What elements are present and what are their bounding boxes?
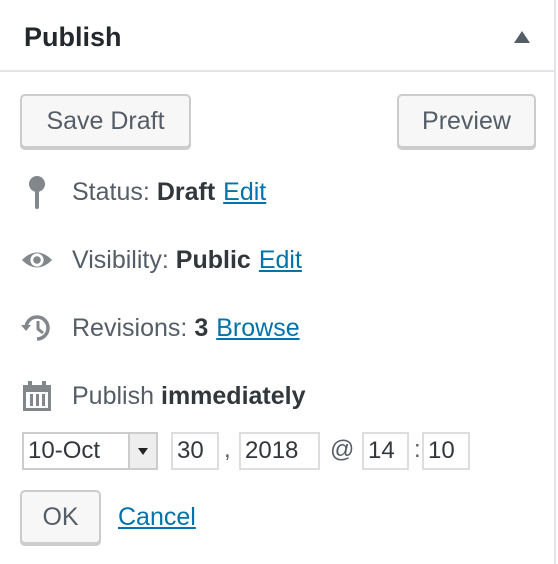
revisions-label: Revisions:: [72, 313, 188, 342]
triangle-up-icon[interactable]: [514, 31, 530, 43]
history-icon: [20, 311, 54, 345]
save-draft-button[interactable]: Save Draft: [20, 94, 191, 148]
schedule-row: Publish immediately: [20, 376, 306, 416]
visibility-row: Visibility: Public Edit: [20, 240, 302, 280]
cancel-link[interactable]: Cancel: [118, 503, 196, 532]
at-symbol: @: [330, 436, 355, 463]
hour-input[interactable]: 14: [362, 432, 409, 470]
panel-header[interactable]: Publish: [0, 0, 556, 72]
chevron-down-icon: [128, 434, 156, 468]
year-input[interactable]: 2018: [239, 432, 320, 470]
revisions-count: 3: [194, 313, 209, 342]
preview-button[interactable]: Preview: [397, 94, 536, 148]
month-select-value: 10-Oct: [28, 437, 101, 464]
time-colon: :: [414, 436, 421, 463]
ok-button[interactable]: OK: [20, 490, 101, 544]
minute-input[interactable]: 10: [422, 432, 470, 470]
schedule-value: immediately: [161, 381, 306, 410]
schedule-label: Publish: [72, 381, 154, 410]
pin-icon: [20, 175, 54, 209]
day-input[interactable]: 30: [171, 432, 219, 470]
status-value: Draft: [156, 177, 216, 206]
date-comma: ,: [224, 436, 231, 463]
status-row: Status: Draft Edit: [20, 172, 266, 212]
calendar-icon: [20, 379, 54, 413]
revisions-row: Revisions: 3 Browse: [20, 308, 300, 348]
visibility-value: Public: [175, 245, 251, 274]
revisions-browse-link[interactable]: Browse: [216, 314, 299, 343]
publish-panel: Publish Save Draft Preview Status: Draft…: [0, 0, 556, 564]
panel-title: Publish: [24, 22, 122, 52]
status-label: Status:: [72, 177, 150, 206]
month-select[interactable]: 10-Oct: [22, 432, 158, 470]
eye-icon: [20, 243, 54, 277]
visibility-edit-link[interactable]: Edit: [259, 246, 302, 275]
visibility-label: Visibility:: [72, 245, 169, 274]
status-edit-link[interactable]: Edit: [223, 178, 266, 207]
